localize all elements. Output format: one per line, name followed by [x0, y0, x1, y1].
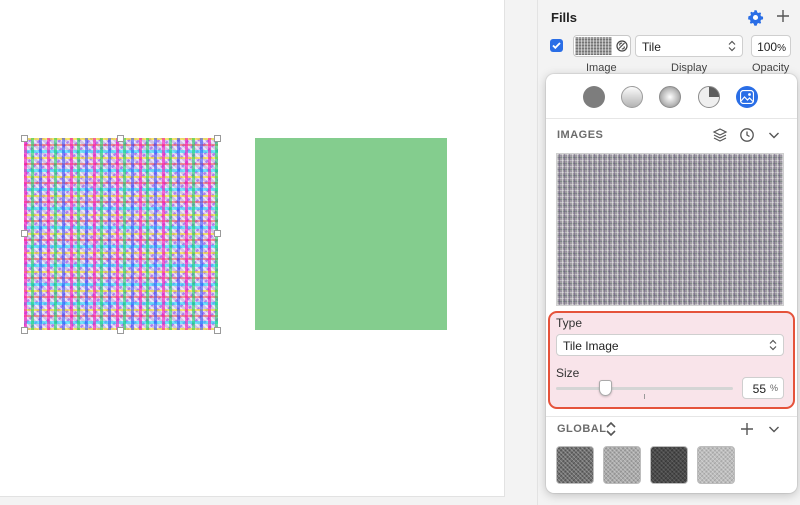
chevron-down-icon[interactable] — [766, 421, 782, 437]
solid-fill-option[interactable] — [583, 86, 605, 108]
add-fill-icon[interactable] — [775, 8, 791, 24]
resize-handle-right[interactable] — [214, 230, 221, 237]
canvas[interactable] — [0, 0, 505, 497]
fill-image-swatch[interactable] — [573, 35, 631, 57]
clock-icon[interactable] — [739, 127, 755, 143]
size-unit: % — [769, 383, 778, 393]
image-label: Image — [586, 62, 617, 74]
fills-title: Fills — [551, 10, 578, 25]
type-select-value: Tile Image — [563, 339, 619, 353]
size-field[interactable]: 55 % — [742, 377, 784, 399]
chevron-down-icon[interactable] — [766, 127, 782, 143]
divider — [546, 416, 797, 417]
resize-handle-bottom-right[interactable] — [214, 327, 221, 334]
angular-gradient-option[interactable] — [698, 86, 720, 108]
fill-enabled-checkbox[interactable] — [550, 39, 563, 52]
images-section-label: IMAGES — [557, 129, 604, 141]
fill-popover: IMAGES Type Tile Image Size 55 % GLOBAL — [546, 74, 797, 493]
size-label: Size — [556, 366, 580, 380]
chevron-updown-icon — [769, 339, 777, 351]
display-label: Display — [671, 62, 708, 74]
global-image-swatch[interactable] — [603, 446, 641, 484]
global-section-label[interactable]: GLOBAL — [557, 423, 606, 435]
green-rectangle[interactable] — [255, 138, 447, 330]
fill-image-thumbnail — [575, 37, 612, 55]
add-image-icon[interactable] — [739, 421, 755, 437]
resize-handle-top[interactable] — [117, 135, 124, 142]
image-preview[interactable] — [556, 153, 784, 306]
resize-handle-left[interactable] — [21, 230, 28, 237]
linear-gradient-option[interactable] — [621, 86, 643, 108]
size-slider-thumb[interactable] — [599, 380, 613, 396]
opacity-unit: % — [777, 43, 786, 54]
image-icon — [740, 90, 754, 104]
opacity-field[interactable]: 100% — [751, 35, 791, 57]
radial-gradient-option[interactable] — [659, 86, 681, 108]
opacity-label: Opacity — [752, 62, 790, 74]
type-select[interactable]: Tile Image — [556, 334, 784, 356]
chevron-updown-icon[interactable] — [605, 421, 617, 437]
chevron-updown-icon — [728, 40, 736, 52]
image-filled-rectangle[interactable] — [24, 138, 218, 330]
resize-handle-top-left[interactable] — [21, 135, 28, 142]
global-image-swatch[interactable] — [650, 446, 688, 484]
display-select-value: Tile — [642, 40, 661, 54]
divider — [546, 118, 797, 119]
size-slider-tick — [644, 394, 645, 399]
global-image-swatch[interactable] — [697, 446, 735, 484]
opacity-value: 100 — [757, 40, 778, 54]
resize-handle-bottom-left[interactable] — [21, 327, 28, 334]
size-slider-track[interactable] — [556, 387, 733, 390]
size-value: 55 — [752, 382, 766, 396]
image-fill-option[interactable] — [736, 86, 758, 108]
type-label: Type — [556, 316, 583, 330]
resize-handle-top-right[interactable] — [214, 135, 221, 142]
global-image-swatch[interactable] — [556, 446, 594, 484]
layers-icon[interactable] — [712, 127, 728, 143]
gear-icon[interactable] — [747, 9, 764, 26]
detach-icon[interactable] — [615, 39, 629, 53]
resize-handle-bottom[interactable] — [117, 327, 124, 334]
display-select[interactable]: Tile — [635, 35, 743, 57]
